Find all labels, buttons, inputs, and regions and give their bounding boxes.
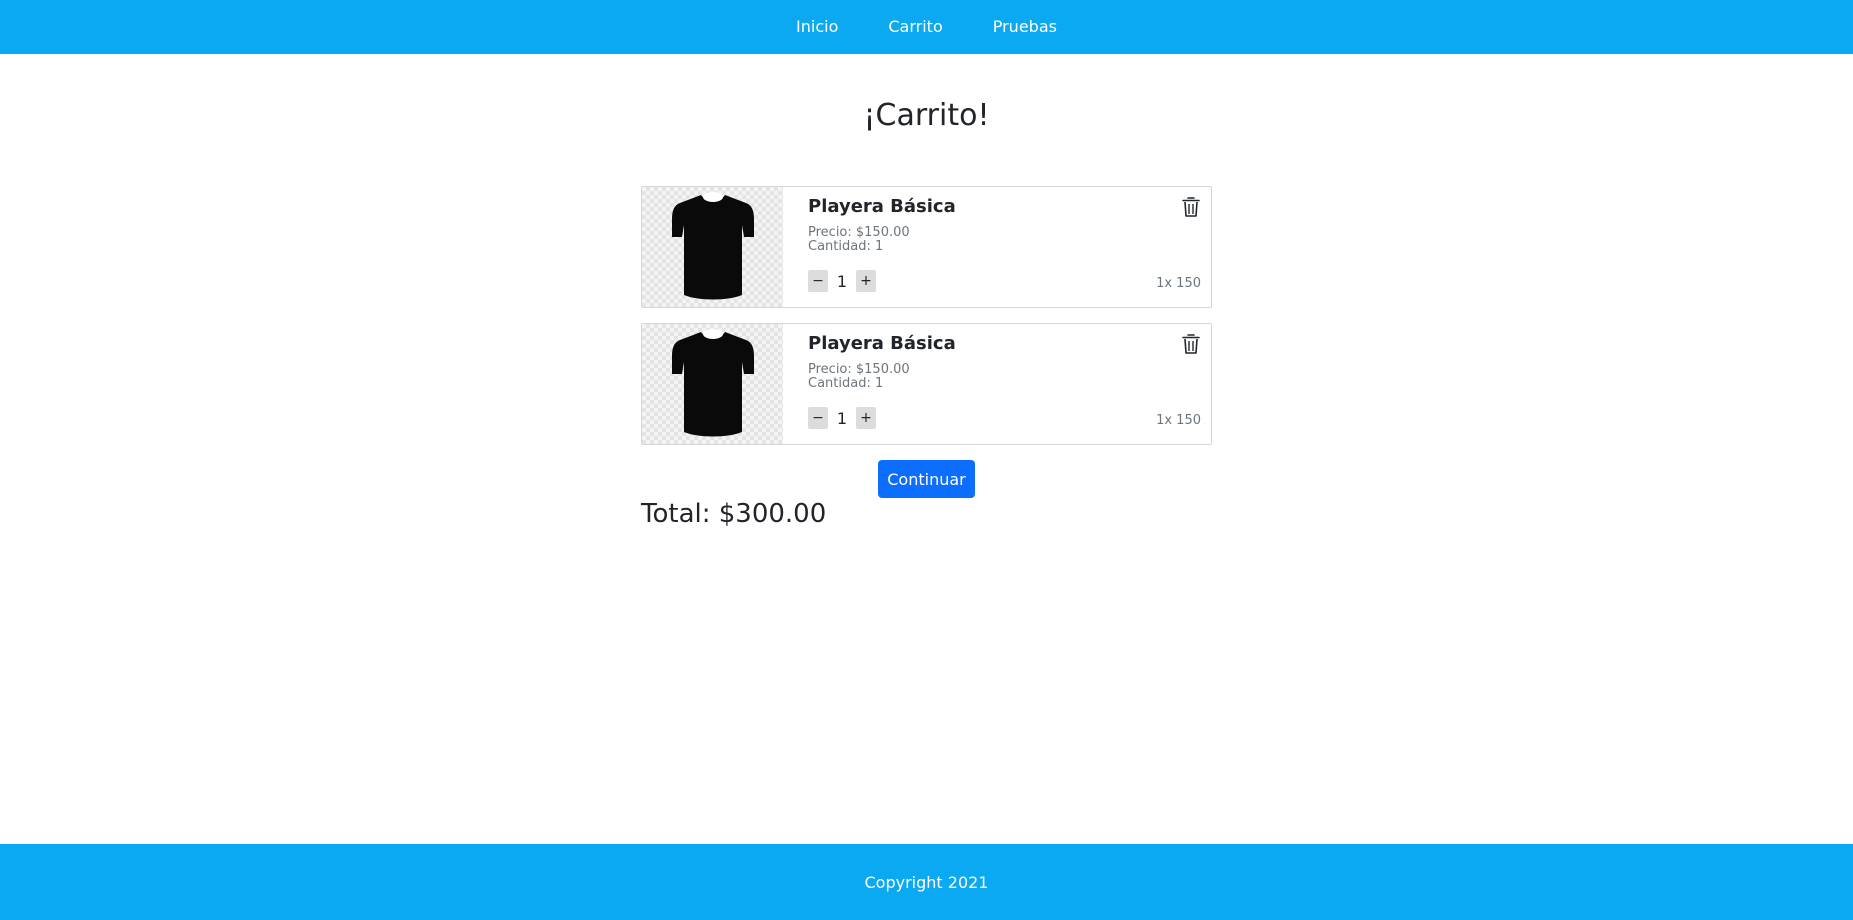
item-price: Precio: $150.00 xyxy=(808,362,910,377)
nav-link-carrito[interactable]: Carrito xyxy=(863,0,967,54)
decrement-button[interactable]: − xyxy=(808,270,828,292)
increment-button[interactable]: + xyxy=(856,270,876,292)
footer-copyright: Copyright 2021 xyxy=(864,872,989,892)
cart-list: Playera Básica Precio: $150.00 Cantidad:… xyxy=(641,186,1212,460)
continue-button[interactable]: Continuar xyxy=(878,460,975,498)
product-image xyxy=(642,324,783,444)
cart-item: Playera Básica Precio: $150.00 Cantidad:… xyxy=(641,323,1212,445)
item-quantity-label: Cantidad: 1 xyxy=(808,239,884,254)
quantity-value: 1 xyxy=(836,408,848,428)
delete-item-button[interactable] xyxy=(1181,333,1201,357)
cart-item: Playera Básica Precio: $150.00 Cantidad:… xyxy=(641,186,1212,308)
top-navbar: Inicio Carrito Pruebas xyxy=(0,0,1853,54)
item-name: Playera Básica xyxy=(808,196,956,217)
line-total: 1x 150 xyxy=(1156,413,1201,428)
line-total: 1x 150 xyxy=(1156,276,1201,291)
decrement-button[interactable]: − xyxy=(808,407,828,429)
tshirt-icon xyxy=(671,329,754,437)
nav-link-inicio[interactable]: Inicio xyxy=(771,0,863,54)
delete-item-button[interactable] xyxy=(1181,196,1201,220)
page-title: ¡Carrito! xyxy=(863,98,990,133)
cart-total: Total: $300.00 xyxy=(641,499,827,529)
increment-button[interactable]: + xyxy=(856,407,876,429)
trash-icon xyxy=(1182,197,1200,217)
quantity-value: 1 xyxy=(836,271,848,291)
item-quantity-label: Cantidad: 1 xyxy=(808,376,884,391)
quantity-stepper: − 1 + xyxy=(808,407,876,429)
product-image xyxy=(642,187,783,307)
quantity-stepper: − 1 + xyxy=(808,270,876,292)
item-price: Precio: $150.00 xyxy=(808,225,910,240)
tshirt-icon xyxy=(671,192,754,300)
item-name: Playera Básica xyxy=(808,333,956,354)
nav-link-pruebas[interactable]: Pruebas xyxy=(968,0,1082,54)
nav-links: Inicio Carrito Pruebas xyxy=(771,0,1082,54)
trash-icon xyxy=(1182,334,1200,354)
footer: Copyright 2021 xyxy=(0,844,1853,920)
